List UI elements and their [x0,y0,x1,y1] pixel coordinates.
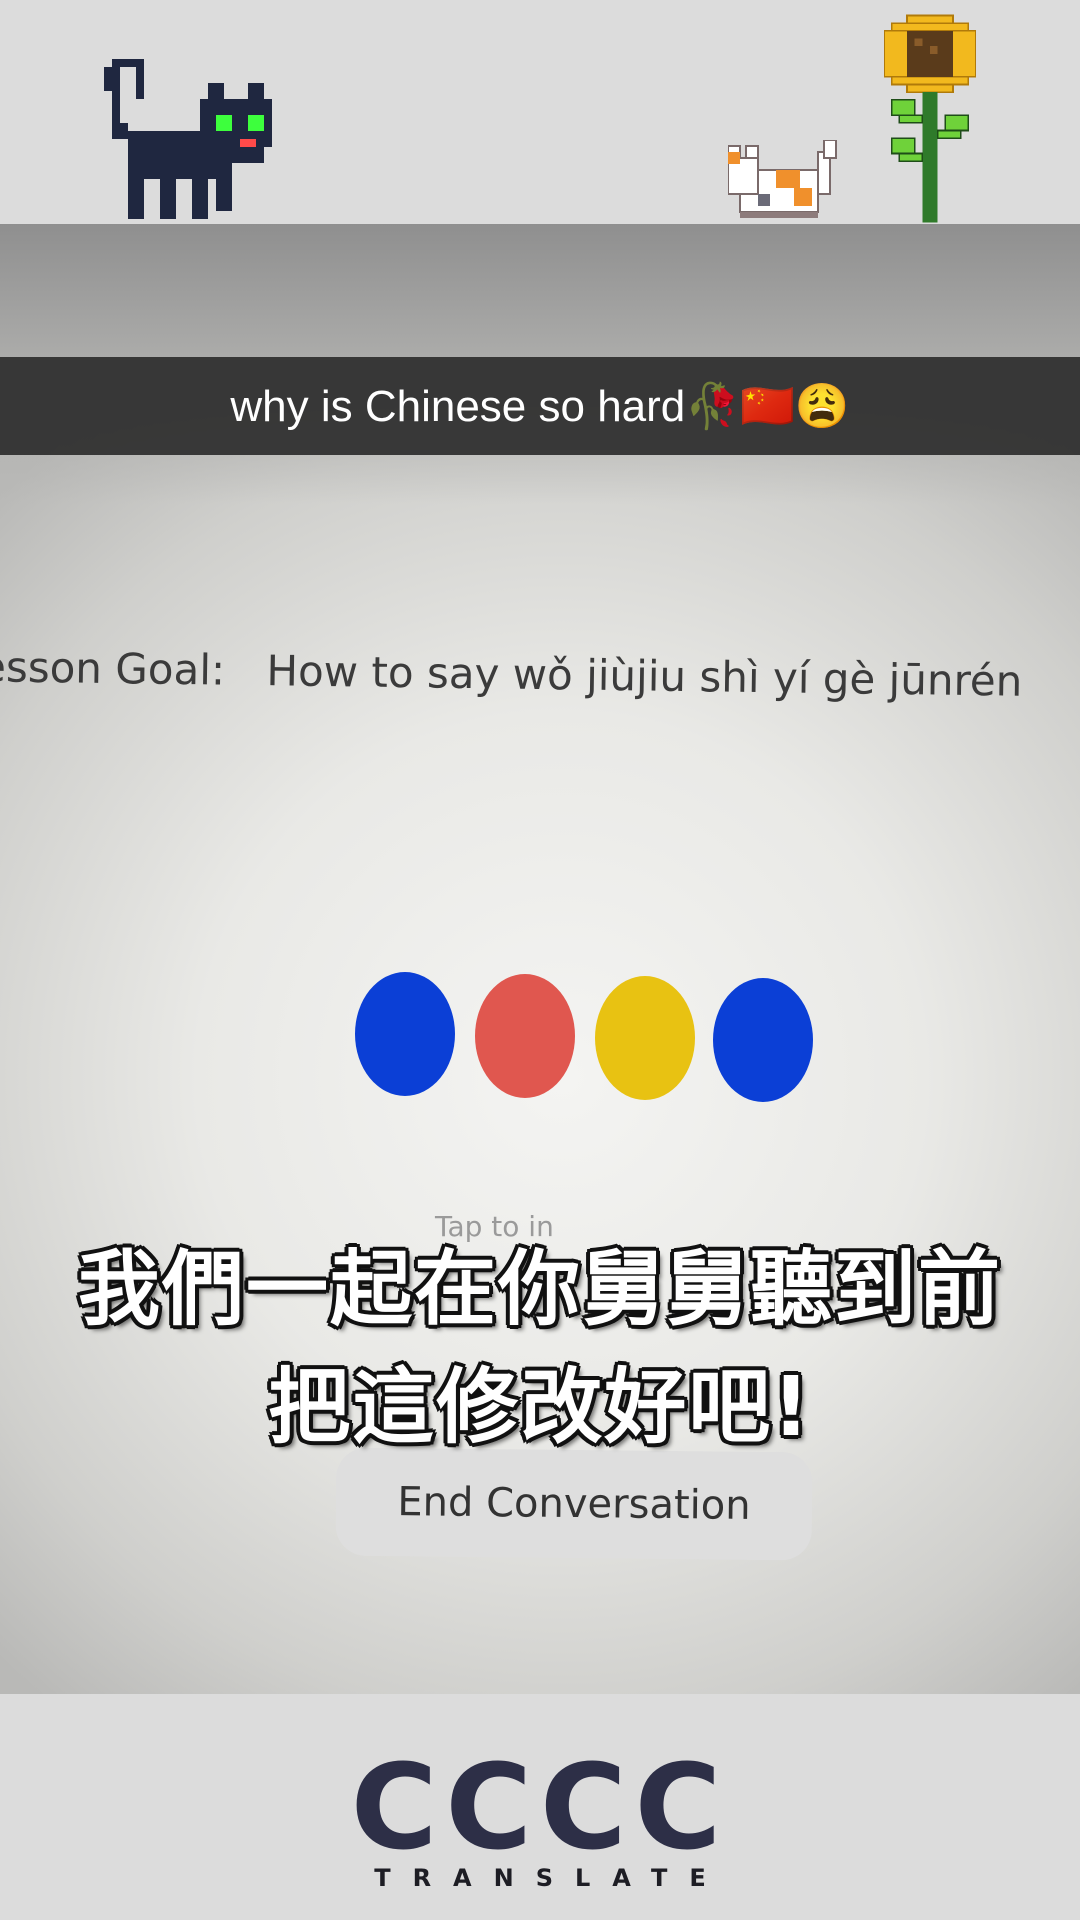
calico-cat-icon [728,140,837,218]
caption-text: why is Chinese so hard🥀🇨🇳😩 [230,382,850,431]
black-cat-icon [104,59,272,219]
end-conversation-button[interactable]: End Conversation [335,1447,813,1561]
logo-subtitle: TRANSLATE [374,1864,728,1892]
logo-mark: CCCC [350,1738,730,1876]
lesson-goal-text: How to say wǒ jiùjiu shì yí gè jūnrén [266,646,1023,706]
voice-indicator [355,972,815,1102]
top-banner [0,0,1080,224]
sunflower-icon [884,14,976,223]
subtitle-line-2: 把這修改好吧! [268,1360,812,1455]
voice-dot-yellow [595,976,695,1100]
voice-dot-red [475,974,575,1098]
voice-dot-blue-2 [713,978,813,1102]
caption-bar: why is Chinese so hard🥀🇨🇳😩 [0,357,1080,455]
end-conversation-label: End Conversation [397,1479,751,1529]
logo: CCCC TRANSLATE [0,1738,1080,1892]
voice-dot-blue [355,972,455,1096]
lesson-goal-label: esson Goal: [0,642,226,695]
lesson-goal: esson Goal: How to say wǒ jiùjiu shì yí … [0,642,1080,707]
subtitle-line-1: 我們一起在你舅舅聽到前 [77,1242,1002,1337]
